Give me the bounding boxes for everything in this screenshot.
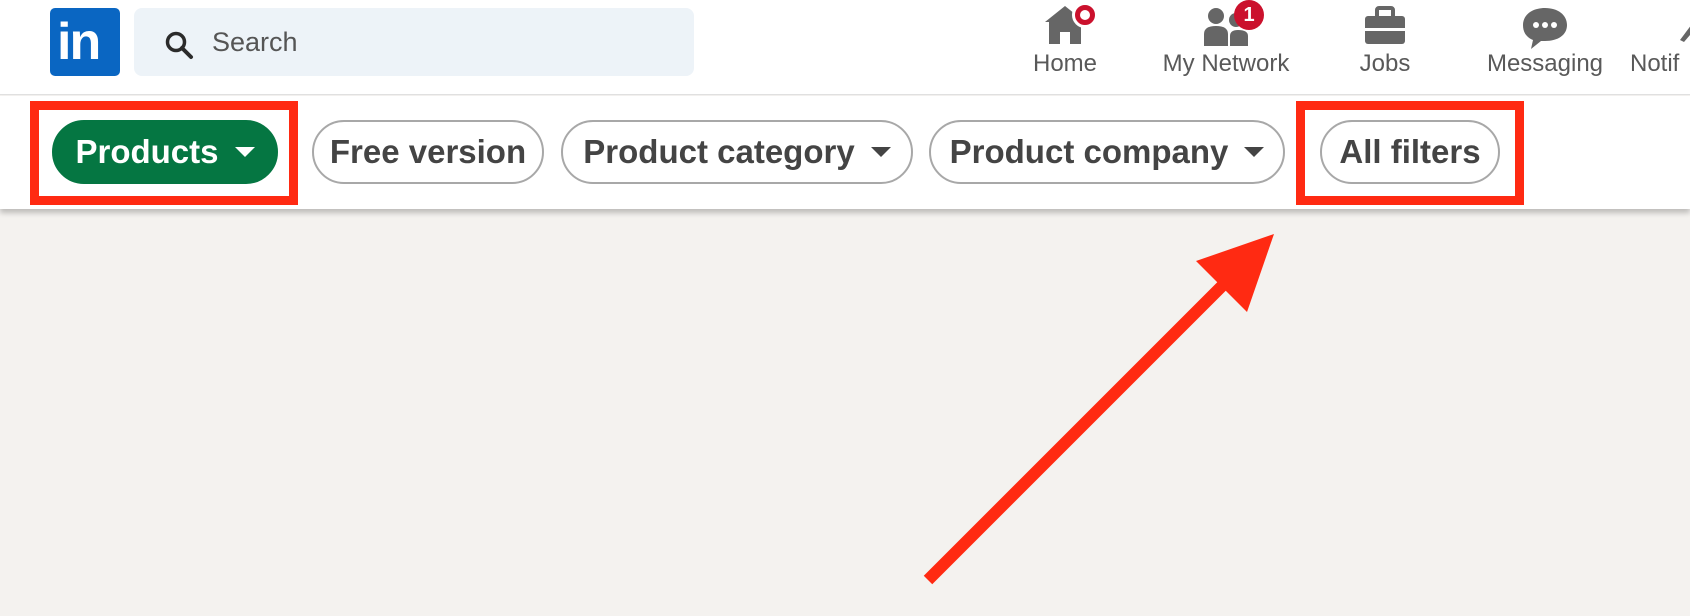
arrow-shaft — [923, 273, 1235, 585]
annotation-arrow — [923, 234, 1274, 585]
